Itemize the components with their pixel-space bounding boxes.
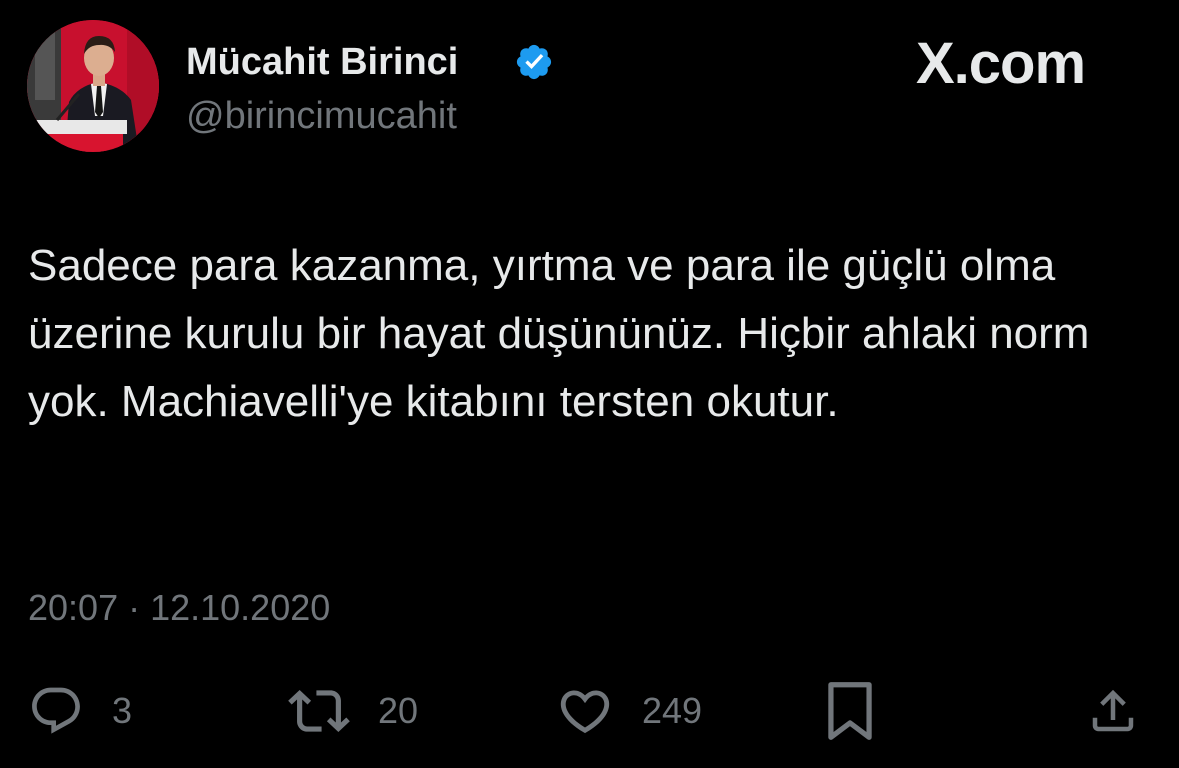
repost-icon — [288, 690, 350, 732]
heart-icon — [560, 690, 610, 734]
reply-count: 3 — [112, 690, 133, 731]
repost-button[interactable]: 20 — [288, 680, 418, 742]
tweet-timestamp[interactable]: 20:07 · 12.10.2020 — [28, 586, 330, 630]
tweet-text: Sadece para kazanma, yırtma ve para ile … — [28, 241, 1090, 426]
display-name[interactable]: Mücahit Birinci — [186, 40, 458, 84]
repost-count: 20 — [378, 690, 419, 731]
brand-label: X.com — [916, 31, 1086, 96]
share-button[interactable] — [1086, 680, 1140, 742]
reply-button[interactable]: 3 — [28, 680, 132, 742]
bookmark-button[interactable] — [826, 680, 874, 742]
user-handle[interactable]: @birincimucahit — [186, 94, 457, 138]
like-button[interactable]: 249 — [556, 680, 702, 742]
reply-icon — [32, 687, 80, 734]
share-icon — [1092, 689, 1134, 732]
profile-photo — [27, 20, 159, 152]
like-count: 249 — [642, 690, 703, 731]
verified-badge-icon — [516, 44, 552, 80]
avatar[interactable] — [27, 20, 159, 152]
bookmark-icon — [828, 682, 872, 740]
